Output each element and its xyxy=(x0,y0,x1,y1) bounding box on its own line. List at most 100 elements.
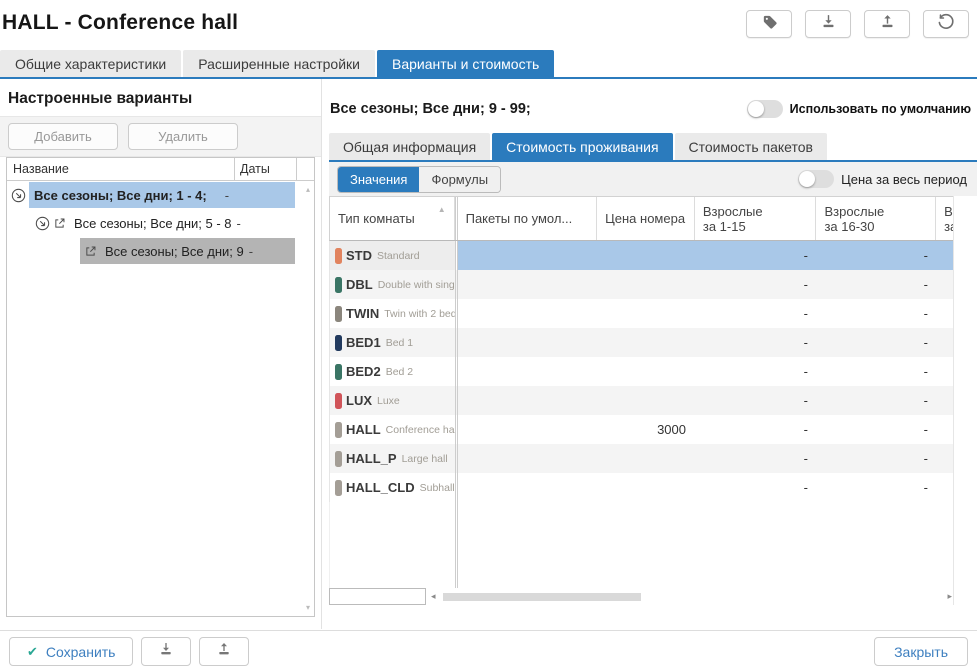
price-cell[interactable] xyxy=(458,386,598,415)
price-cell[interactable]: - xyxy=(696,386,818,415)
table-header-5[interactable]: Взрослыеза 16-30 xyxy=(816,197,936,240)
mode-1-button[interactable]: Значения xyxy=(338,167,419,192)
tree-item-1[interactable]: Все сезоны; Все дни; 1 - 4;- xyxy=(7,181,314,209)
upload-button[interactable] xyxy=(864,10,910,38)
scroll-down-icon[interactable]: ▾ xyxy=(306,603,310,612)
close-button[interactable]: Закрыть xyxy=(874,637,968,666)
main-tab-1[interactable]: Общие характеристики xyxy=(0,50,181,77)
price-cell[interactable]: - xyxy=(696,357,818,386)
price-cell[interactable]: - xyxy=(696,241,818,270)
main-tab-2[interactable]: Расширенные настройки xyxy=(183,50,375,77)
price-cell[interactable]: - xyxy=(818,357,938,386)
price-cell[interactable]: - xyxy=(696,328,818,357)
price-cell[interactable] xyxy=(598,386,696,415)
scroll-left-icon[interactable]: ◂ xyxy=(431,591,436,602)
detail-tab-2[interactable]: Стоимость проживания xyxy=(492,133,672,160)
scroll-right-icon[interactable]: ▸ xyxy=(947,591,952,602)
tree-item-3[interactable]: Все сезоны; Все дни; 9- xyxy=(7,237,314,265)
price-cell[interactable] xyxy=(458,415,598,444)
mode-2-button[interactable]: Формулы xyxy=(419,167,500,192)
tag-button[interactable] xyxy=(746,10,792,38)
detail-tab-3[interactable]: Стоимость пакетов xyxy=(675,133,827,160)
price-cell[interactable]: 3000 xyxy=(598,415,696,444)
column-header-dates[interactable]: Даты xyxy=(234,158,296,180)
use-by-default-toggle[interactable] xyxy=(747,100,783,118)
price-cell[interactable] xyxy=(938,241,954,270)
price-cell[interactable]: - xyxy=(818,473,938,502)
table-row-HALL[interactable]: HALLConference hall3000-- xyxy=(329,415,954,444)
download-bottom-button[interactable] xyxy=(141,637,191,666)
table-header-2[interactable]: Пакеты по умол... xyxy=(458,197,598,240)
table-row-BED2[interactable]: BED2Bed 2 -- xyxy=(329,357,954,386)
price-cell[interactable] xyxy=(598,357,696,386)
expand-icon[interactable] xyxy=(35,216,50,231)
price-cell[interactable] xyxy=(938,270,954,299)
table-row-LUX[interactable]: LUXLuxe-- xyxy=(329,386,954,415)
price-cell[interactable] xyxy=(938,299,954,328)
room-type-cell: BED2Bed 2 xyxy=(330,357,455,386)
expand-icon[interactable] xyxy=(11,188,26,203)
price-cell[interactable] xyxy=(458,270,598,299)
scroll-up-icon[interactable]: ▴ xyxy=(306,185,310,194)
horizontal-scrollbar[interactable]: ◂ ▸ xyxy=(429,588,954,605)
price-cell[interactable] xyxy=(458,444,598,473)
price-cell[interactable]: - xyxy=(818,415,938,444)
price-whole-period-toggle[interactable] xyxy=(798,170,834,188)
history-button[interactable] xyxy=(923,10,969,38)
price-cell[interactable]: - xyxy=(696,299,818,328)
price-cell[interactable] xyxy=(598,299,696,328)
price-cell[interactable]: - xyxy=(696,415,818,444)
main-tab-3[interactable]: Варианты и стоимость xyxy=(377,50,554,77)
add-variant-button[interactable]: Добавить xyxy=(8,123,118,150)
price-cell[interactable] xyxy=(458,473,598,502)
table-row-TWIN[interactable]: TWINTwin with 2 bed-- xyxy=(329,299,954,328)
price-cell[interactable] xyxy=(938,386,954,415)
price-cell[interactable] xyxy=(598,473,696,502)
table-row-STD[interactable]: STDStandard-- xyxy=(329,241,954,270)
external-link-icon[interactable] xyxy=(53,217,66,230)
tree-item-2[interactable]: Все сезоны; Все дни; 5 - 8- xyxy=(7,209,314,237)
period-toggle-group: Цена за весь период xyxy=(798,170,967,188)
table-header-3[interactable]: Цена номера xyxy=(597,197,695,240)
table-header-6[interactable]: Взза xyxy=(936,197,954,240)
delete-variant-button[interactable]: Удалить xyxy=(128,123,238,150)
table-header-4[interactable]: Взрослыеза 1-15 xyxy=(695,197,817,240)
table-row-HALL_CLD[interactable]: HALL_CLDSubhalls-- xyxy=(329,473,954,502)
download-button[interactable] xyxy=(805,10,851,38)
price-cell[interactable] xyxy=(938,357,954,386)
table-row-DBL[interactable]: DBLDouble with sing-- xyxy=(329,270,954,299)
column-header-name[interactable]: Название xyxy=(7,162,234,176)
price-cell[interactable] xyxy=(458,328,598,357)
save-button[interactable]: ✔ Сохранить xyxy=(9,637,133,666)
price-cell[interactable]: - xyxy=(818,328,938,357)
price-cell[interactable] xyxy=(598,241,696,270)
price-cell[interactable]: - xyxy=(696,444,818,473)
price-cell[interactable] xyxy=(598,328,696,357)
price-cell[interactable] xyxy=(598,444,696,473)
scrollbar-thumb[interactable] xyxy=(443,593,641,601)
price-cell[interactable]: - xyxy=(696,473,818,502)
price-cell[interactable]: - xyxy=(818,299,938,328)
price-cell[interactable] xyxy=(458,241,598,270)
table-row-HALL_P[interactable]: HALL_PLarge hall-- xyxy=(329,444,954,473)
price-cell[interactable]: - xyxy=(818,270,938,299)
room-type-cell: HALLConference hall xyxy=(330,415,455,444)
price-cell[interactable]: - xyxy=(696,270,818,299)
price-cell[interactable] xyxy=(938,444,954,473)
detail-tab-1[interactable]: Общая информация xyxy=(329,133,490,160)
price-cell[interactable]: - xyxy=(818,241,938,270)
price-cell[interactable] xyxy=(458,299,598,328)
price-cell[interactable] xyxy=(458,357,598,386)
price-cell[interactable]: - xyxy=(818,444,938,473)
room-description: Twin with 2 bed xyxy=(384,308,455,320)
table-row-BED1[interactable]: BED1Bed 1-- xyxy=(329,328,954,357)
table-header-1[interactable]: Тип комнаты▲ xyxy=(330,197,455,240)
upload-bottom-button[interactable] xyxy=(199,637,249,666)
price-cell[interactable]: - xyxy=(818,386,938,415)
price-cell[interactable] xyxy=(598,270,696,299)
price-cell[interactable] xyxy=(938,415,954,444)
price-cell[interactable] xyxy=(938,473,954,502)
external-link-icon[interactable] xyxy=(84,245,97,258)
room-color-pill xyxy=(335,364,342,380)
price-cell[interactable] xyxy=(938,328,954,357)
